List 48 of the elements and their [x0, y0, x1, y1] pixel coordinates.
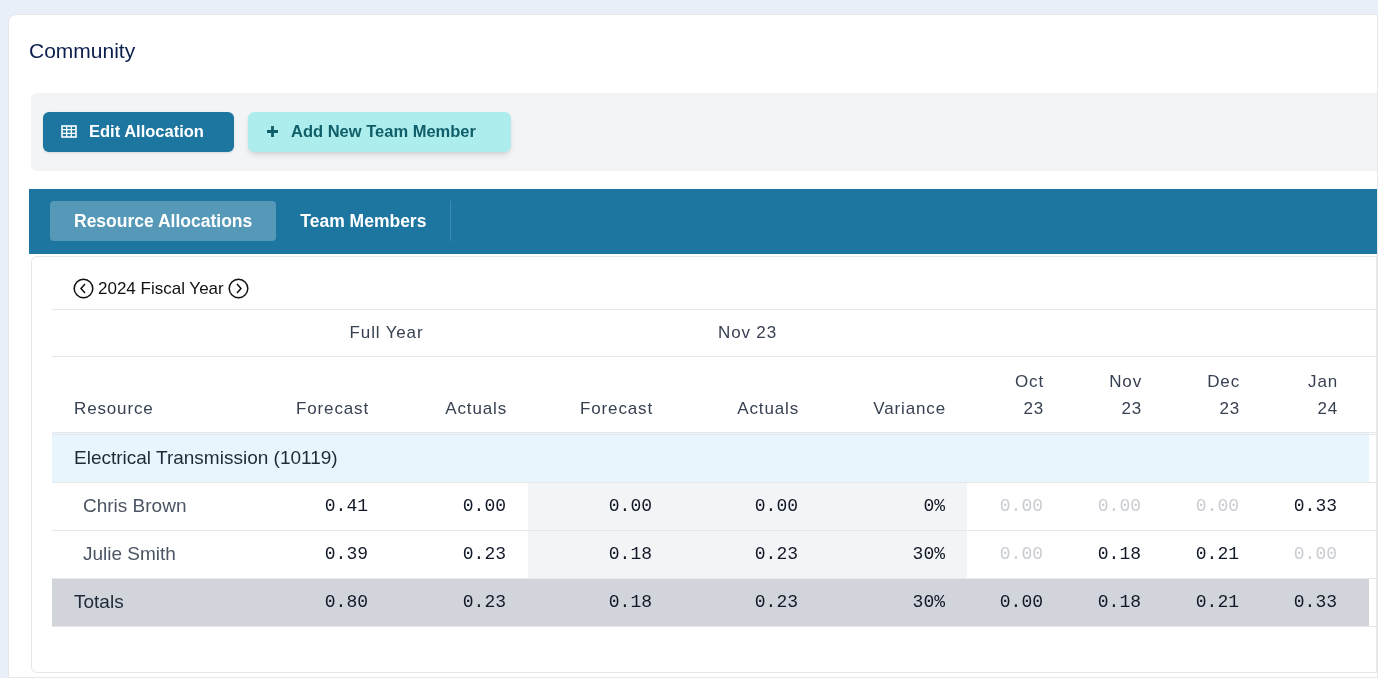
table-cell: 0.39 [324, 543, 368, 564]
table-cell: 0.18 [608, 543, 652, 564]
tab[interactable]: Team Members [276, 201, 452, 241]
column-group-header: Full Year [349, 322, 424, 342]
column-header: Resource [74, 398, 154, 418]
add-button[interactable]: Add New Team Member [248, 111, 511, 152]
table-grid-icon [61, 125, 77, 138]
resource-name: Julie Smith [83, 542, 176, 564]
table-cell: 0.33 [1293, 591, 1337, 612]
table-cell: 0.23 [462, 543, 506, 564]
column-header: Forecast [580, 398, 653, 418]
column-header: Forecast [296, 398, 369, 418]
column-header: Oct 23 [1014, 370, 1044, 420]
column-header: Variance [873, 398, 946, 418]
table-cell: 0.00 [999, 591, 1043, 612]
page-title: Community [29, 38, 136, 64]
chevron-right-circle-icon[interactable] [227, 278, 249, 299]
table-cell: 30% [912, 591, 945, 612]
table-cell: 0.18 [608, 591, 652, 612]
table-cell: 0.80 [324, 591, 368, 612]
totals-label: Totals [74, 590, 124, 612]
fiscal-year-label: 2024 Fiscal Year [98, 277, 224, 300]
table-cell: 30% [912, 543, 945, 564]
column-header: Actuals [445, 398, 507, 418]
table-cell: 0.00 [462, 495, 506, 516]
column-group-header: Nov 23 [718, 322, 777, 342]
table-cell: 0.23 [754, 543, 798, 564]
table-cell: 0.41 [324, 495, 368, 516]
table-cell: 0% [923, 495, 945, 516]
group-name: Electrical Transmission (10119) [74, 446, 338, 468]
plus-icon [266, 125, 279, 138]
table-cell: 0.21 [1195, 591, 1239, 612]
table-cell: 0.00 [608, 495, 652, 516]
tab[interactable]: Resource Allocations [50, 201, 277, 241]
edit-button[interactable]: Edit Allocation [43, 111, 234, 152]
column-header: Dec 23 [1206, 370, 1240, 420]
column-header: Nov 23 [1108, 370, 1142, 420]
resource-name: Chris Brown [83, 494, 187, 516]
table-cell: 0.23 [462, 591, 506, 612]
column-header: Jan 24 [1307, 370, 1338, 420]
table-cell: 0.33 [1293, 495, 1337, 516]
table-cell: 0.18 [1097, 543, 1141, 564]
chevron-left-circle-icon[interactable] [73, 278, 94, 299]
table-cell: 0.23 [754, 591, 798, 612]
table-cell: 0.21 [1195, 543, 1239, 564]
table-cell: 0.18 [1097, 591, 1141, 612]
table-cell: 0.00 [754, 495, 798, 516]
column-header: Actuals [737, 398, 799, 418]
